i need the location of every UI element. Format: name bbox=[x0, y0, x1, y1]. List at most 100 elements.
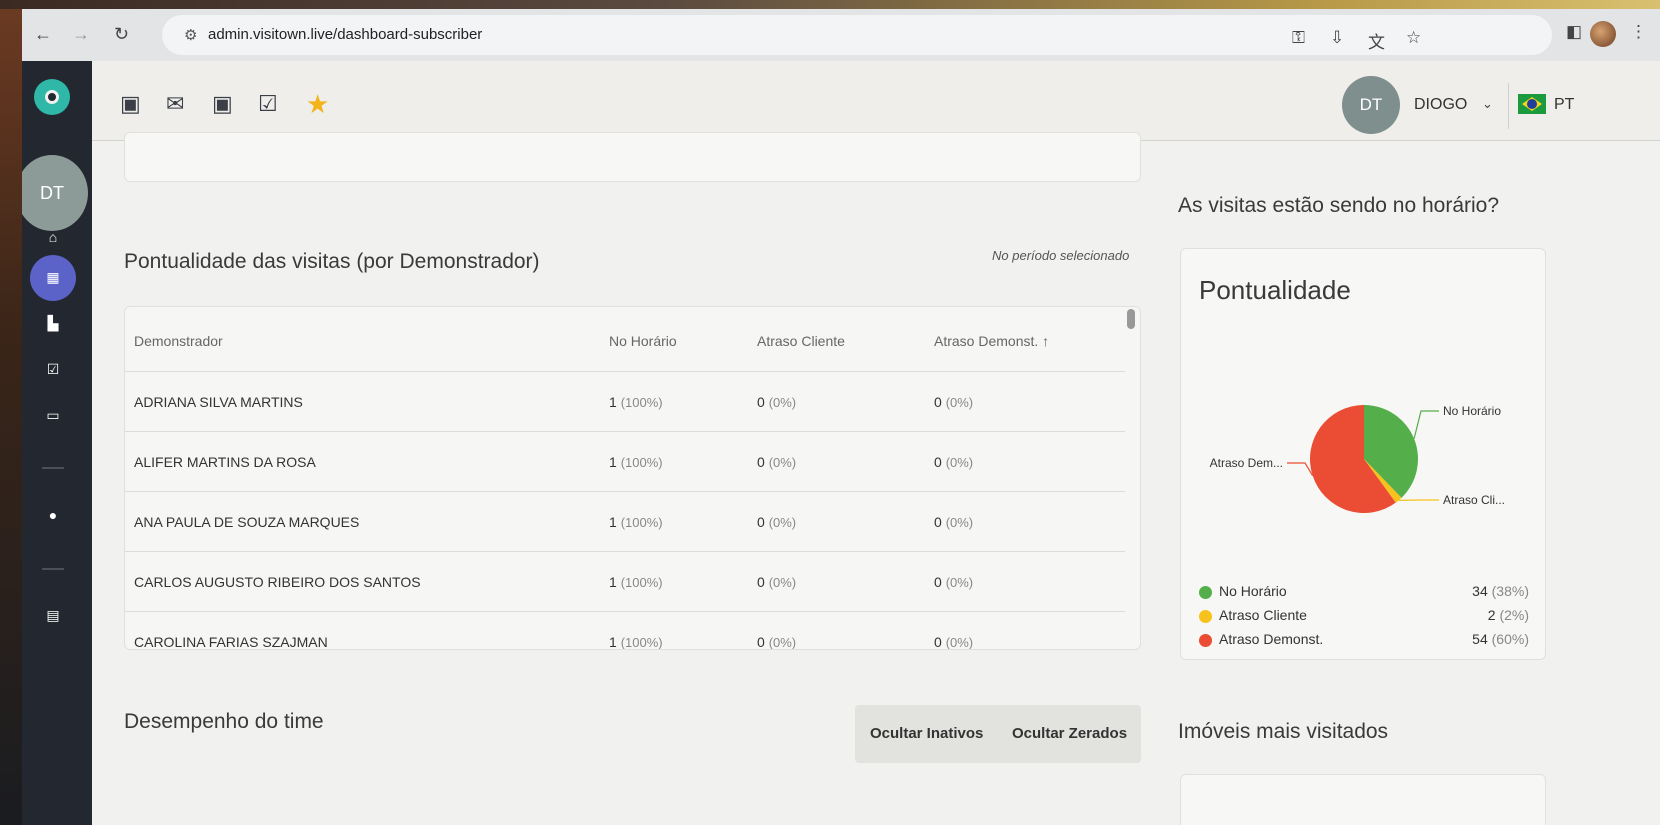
table-row[interactable]: ANA PAULA DE SOUZA MARQUES 1 (100%) 0 (0… bbox=[125, 491, 1125, 551]
legend-item[interactable]: Atraso Demonst. 54 (60%) bbox=[1199, 631, 1529, 651]
client-delay-cell: 0 (0%) bbox=[757, 574, 797, 590]
app-header: ▣ ✉ ▣ ☑ ★ DT DIOGO ⌄ PT bbox=[92, 61, 1660, 141]
table-row[interactable]: ALIFER MARTINS DA ROSA 1 (100%) 0 (0%) 0… bbox=[125, 431, 1125, 491]
side-panel-icon[interactable]: ◧ bbox=[1566, 22, 1582, 42]
desktop-background-edge bbox=[0, 9, 22, 825]
legend-value: 54 (60%) bbox=[1472, 631, 1529, 647]
client-delay-cell: 0 (0%) bbox=[757, 394, 797, 410]
chevron-down-icon[interactable]: ⌄ bbox=[1482, 96, 1493, 112]
demonstrator-name: ALIFER MARTINS DA ROSA bbox=[134, 454, 316, 470]
user-avatar[interactable]: DT bbox=[1342, 76, 1400, 134]
on-time-cell: 1 (100%) bbox=[609, 514, 663, 530]
demonstrator-delay-cell: 0 (0%) bbox=[934, 394, 974, 410]
browser-profile-avatar[interactable] bbox=[1590, 21, 1616, 47]
desktop-background-strip bbox=[0, 0, 1660, 9]
demonstrator-delay-cell: 0 (0%) bbox=[934, 514, 974, 530]
legend-label: Atraso Demonst. bbox=[1219, 631, 1324, 647]
browser-menu-icon[interactable]: ⋮ bbox=[1630, 22, 1647, 42]
forward-icon[interactable]: → bbox=[72, 23, 90, 45]
pie-label-leader bbox=[1413, 410, 1439, 439]
column-header-demonstrator-delay[interactable]: Atraso Demonst. ↑ bbox=[934, 333, 1049, 349]
pie-slice-label: Atraso Cli... bbox=[1443, 493, 1505, 507]
punctuality-question: As visitas estão sendo no horário? bbox=[1178, 194, 1500, 217]
hide-inactive-button[interactable]: Ocultar Inativos bbox=[870, 725, 983, 742]
person-icon[interactable]: ● bbox=[44, 507, 62, 523]
sidebar-divider bbox=[42, 467, 64, 469]
demonstrator-delay-cell: 0 (0%) bbox=[934, 454, 974, 470]
site-settings-icon[interactable]: ⚙ bbox=[184, 26, 197, 44]
table-scrollbar[interactable] bbox=[1127, 309, 1135, 329]
address-bar[interactable]: ⚙ admin.visitown.live/dashboard-subscrib… bbox=[162, 15, 1552, 55]
table-row[interactable]: CAROLINA FARIAS SZAJMAN 1 (100%) 0 (0%) … bbox=[125, 611, 1125, 650]
checklist-icon[interactable]: ☑ bbox=[44, 361, 62, 378]
bookmark-star-icon[interactable]: ☆ bbox=[1406, 28, 1421, 48]
legend-dot bbox=[1199, 586, 1212, 599]
legend-value: 34 (38%) bbox=[1472, 583, 1529, 599]
dashboard-icon[interactable]: ▦ bbox=[44, 269, 62, 286]
period-note: No período selecionado bbox=[992, 248, 1130, 263]
column-header-demonstrator[interactable]: Demonstrador bbox=[134, 333, 223, 349]
on-time-cell: 1 (100%) bbox=[609, 394, 663, 410]
language-label[interactable]: PT bbox=[1554, 96, 1574, 114]
calendar-icon[interactable]: ▭ bbox=[44, 407, 62, 424]
demonstrator-name: ANA PAULA DE SOUZA MARQUES bbox=[134, 514, 360, 530]
sidebar-avatar[interactable]: DT bbox=[22, 155, 88, 231]
sidebar-divider bbox=[42, 568, 64, 570]
legend-value: 2 (2%) bbox=[1487, 607, 1529, 623]
column-header-client-delay[interactable]: Atraso Cliente bbox=[757, 333, 845, 349]
password-key-icon[interactable]: ⚿ bbox=[1292, 28, 1305, 48]
main-content: Pontualidade das visitas (por Demonstrad… bbox=[92, 132, 1660, 825]
header-divider bbox=[1508, 83, 1509, 129]
team-filter-buttons: Ocultar Inativos Ocultar Zerados bbox=[855, 705, 1141, 763]
client-delay-cell: 0 (0%) bbox=[757, 634, 797, 650]
pie-slice-label: Atraso Dem... bbox=[1210, 456, 1283, 470]
back-icon[interactable]: ← bbox=[34, 23, 52, 45]
user-name[interactable]: DIOGO bbox=[1414, 96, 1467, 114]
punctuality-table-title: Pontualidade das visitas (por Demonstrad… bbox=[124, 250, 540, 273]
on-time-cell: 1 (100%) bbox=[609, 454, 663, 470]
browser-toolbar: ← → ↻ ⚙ admin.visitown.live/dashboard-su… bbox=[22, 9, 1660, 61]
team-performance-title: Desempenho do time bbox=[124, 710, 324, 733]
home-icon[interactable]: ⌂ bbox=[44, 229, 62, 245]
client-delay-cell: 0 (0%) bbox=[757, 454, 797, 470]
browser-window: ← → ↻ ⚙ admin.visitown.live/dashboard-su… bbox=[22, 9, 1660, 825]
pie-chart: No Horário Atraso Cli... Atraso Dem... bbox=[1210, 404, 1505, 513]
mail-icon[interactable]: ✉ bbox=[166, 91, 184, 117]
most-visited-title: Imóveis mais visitados bbox=[1178, 720, 1389, 743]
translate-icon[interactable]: 文 bbox=[1368, 28, 1385, 53]
table-row[interactable]: ADRIANA SILVA MARTINS 1 (100%) 0 (0%) 0 … bbox=[125, 371, 1125, 431]
pie-slice-label: No Horário bbox=[1443, 404, 1501, 418]
table-row[interactable]: CARLOS AUGUSTO RIBEIRO DOS SANTOS 1 (100… bbox=[125, 551, 1125, 611]
contact-icon[interactable]: ▣ bbox=[212, 91, 233, 117]
punctuality-chart-card: Pontualidade No Horário Atraso Cli... Atra… bbox=[1180, 248, 1546, 660]
hide-zeroed-button[interactable]: Ocultar Zerados bbox=[1012, 725, 1127, 742]
reload-icon[interactable]: ↻ bbox=[114, 23, 129, 45]
reports-icon[interactable]: ▤ bbox=[44, 607, 62, 624]
client-delay-cell: 0 (0%) bbox=[757, 514, 797, 530]
pie-label-leader bbox=[1287, 462, 1314, 476]
buildings-icon[interactable]: ▙ bbox=[44, 315, 62, 332]
column-header-on-time[interactable]: No Horário bbox=[609, 333, 677, 349]
demonstrator-delay-cell: 0 (0%) bbox=[934, 574, 974, 590]
install-app-icon[interactable]: ⇩ bbox=[1330, 28, 1344, 48]
url-text[interactable]: admin.visitown.live/dashboard-subscriber bbox=[208, 26, 482, 43]
demonstrator-name: CARLOS AUGUSTO RIBEIRO DOS SANTOS bbox=[134, 574, 421, 590]
legend-label: Atraso Cliente bbox=[1219, 607, 1307, 623]
punctuality-table: Demonstrador No Horário Atraso Cliente A… bbox=[124, 306, 1141, 650]
legend-dot bbox=[1199, 634, 1212, 647]
on-time-cell: 1 (100%) bbox=[609, 574, 663, 590]
demonstrator-name: ADRIANA SILVA MARTINS bbox=[134, 394, 303, 410]
demonstrator-delay-cell: 0 (0%) bbox=[934, 634, 974, 650]
previous-card bbox=[124, 132, 1141, 182]
favorites-star-icon[interactable]: ★ bbox=[306, 89, 329, 120]
app-logo[interactable] bbox=[34, 79, 70, 115]
sidebar: DT ⌂ ▦ ▙ ☑ ▭ ● ▤ bbox=[22, 61, 92, 825]
legend-item[interactable]: Atraso Cliente 2 (2%) bbox=[1199, 607, 1529, 627]
task-check-icon[interactable]: ☑ bbox=[258, 91, 278, 117]
brazil-flag-icon[interactable] bbox=[1518, 94, 1546, 114]
chart-title: Pontualidade bbox=[1199, 275, 1351, 305]
legend-label: No Horário bbox=[1219, 583, 1287, 599]
legend-item[interactable]: No Horário 34 (38%) bbox=[1199, 583, 1529, 603]
most-visited-card bbox=[1180, 774, 1546, 825]
calendar-icon[interactable]: ▣ bbox=[120, 91, 141, 117]
